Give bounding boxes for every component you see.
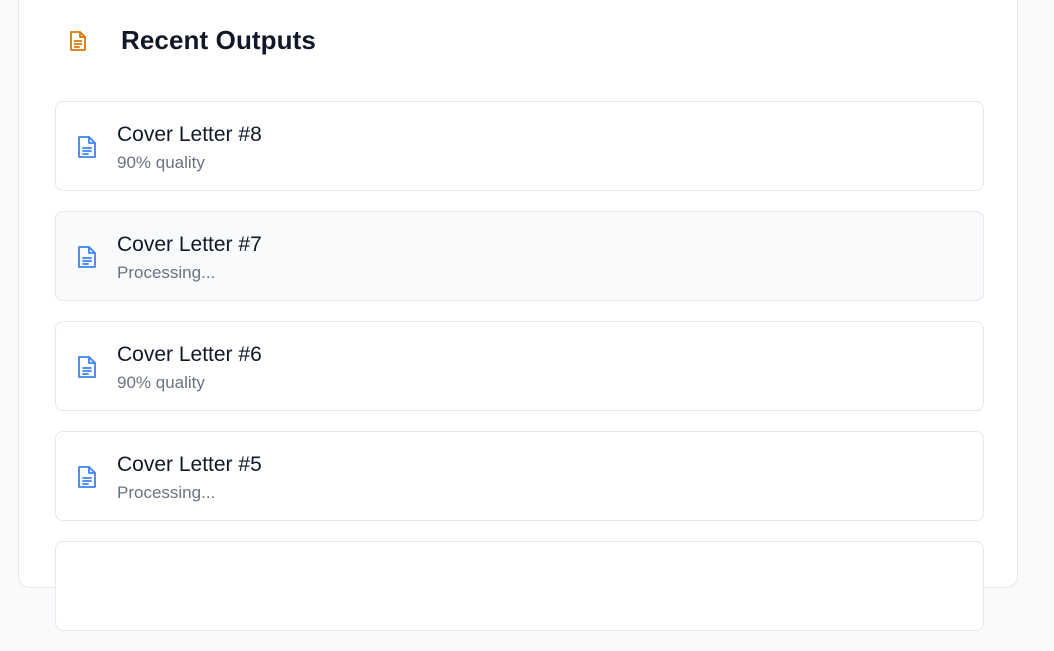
file-text-icon: [76, 135, 98, 159]
output-item-cover-letter-7[interactable]: Cover Letter #7 Processing...: [55, 211, 984, 301]
output-status: Processing...: [117, 263, 216, 282]
output-item-partial[interactable]: [55, 541, 984, 631]
output-item-cover-letter-6[interactable]: Cover Letter #6 90% quality: [55, 321, 984, 411]
output-item-cover-letter-8[interactable]: Cover Letter #8 90% quality: [55, 101, 984, 191]
output-item-cover-letter-5[interactable]: Cover Letter #5 Processing...: [55, 431, 984, 521]
output-title: Cover Letter #5: [117, 453, 262, 476]
panel-header: Recent Outputs: [67, 25, 316, 56]
file-text-icon: [76, 465, 98, 489]
output-status: 90% quality: [117, 373, 205, 392]
output-status: 90% quality: [117, 153, 205, 172]
output-title: Cover Letter #8: [117, 123, 262, 146]
document-icon: [67, 30, 89, 52]
file-text-icon: [76, 355, 98, 379]
output-status: Processing...: [117, 483, 216, 502]
output-title: Cover Letter #6: [117, 343, 262, 366]
file-text-icon: [76, 245, 98, 269]
output-title: Cover Letter #7: [117, 233, 262, 256]
recent-outputs-panel: Recent Outputs Cover Letter #8 90% quali…: [18, 0, 1018, 631]
outputs-list: Cover Letter #8 90% quality Cover Letter…: [55, 101, 984, 651]
panel-title: Recent Outputs: [121, 25, 316, 55]
